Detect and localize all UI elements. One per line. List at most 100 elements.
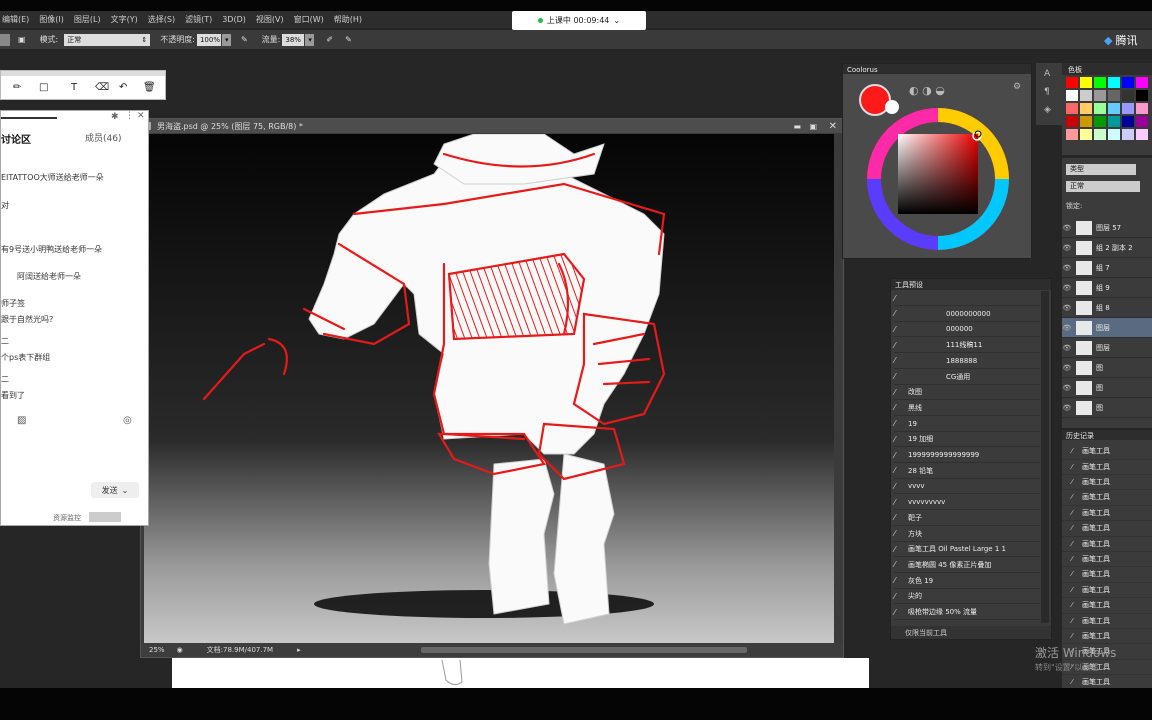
menu-window[interactable]: 窗口(W) bbox=[294, 14, 324, 25]
color-swatch[interactable] bbox=[1094, 129, 1106, 140]
color-swatch[interactable] bbox=[1066, 116, 1078, 127]
preset-item[interactable]: ⁄ 0000000000 bbox=[894, 307, 1040, 322]
history-item[interactable]: ⁄ 画笔工具 bbox=[1062, 506, 1152, 522]
menu-help[interactable]: 帮助(H) bbox=[334, 14, 362, 25]
layer-row[interactable]: 👁 组 7 bbox=[1062, 258, 1152, 278]
zoom-readout[interactable]: 25% bbox=[149, 646, 165, 654]
presets-scrollbar[interactable] bbox=[1041, 291, 1049, 623]
color-swatch[interactable] bbox=[1108, 129, 1120, 140]
layer-row[interactable]: 👁 图 bbox=[1062, 358, 1152, 378]
preset-item[interactable]: ⁄ vvvvvvvvv bbox=[894, 495, 1040, 511]
color-swatch[interactable] bbox=[1122, 90, 1134, 101]
horizontal-scrollbar[interactable] bbox=[421, 647, 747, 653]
color-swatch[interactable] bbox=[1122, 116, 1134, 127]
preset-item[interactable]: ⁄ 1999999999999999 bbox=[894, 448, 1040, 463]
3d-panel-icon[interactable]: ◈ bbox=[1044, 105, 1051, 115]
preset-item[interactable]: ⁄ 1888888 bbox=[894, 354, 1040, 369]
color-swatch[interactable] bbox=[1136, 90, 1148, 101]
resource-monitor-label[interactable]: 资源监控 bbox=[53, 513, 81, 523]
character-panel-icon[interactable]: A bbox=[1044, 69, 1050, 79]
history-item[interactable]: ⁄ 画笔工具 bbox=[1062, 444, 1152, 460]
history-item[interactable]: ⁄ 画笔工具 bbox=[1062, 583, 1152, 599]
layer-kind-filter[interactable]: 类型 bbox=[1066, 164, 1136, 175]
color-swatch[interactable] bbox=[1122, 129, 1134, 140]
pressure-opacity-icon[interactable]: ✎ bbox=[241, 35, 248, 44]
visibility-eye-icon[interactable]: 👁 bbox=[1062, 384, 1072, 392]
tool-preset-icon[interactable] bbox=[0, 33, 10, 46]
history-item[interactable]: ⁄ 画笔工具 bbox=[1062, 521, 1152, 537]
paragraph-panel-icon[interactable]: ¶ bbox=[1044, 87, 1050, 97]
preset-item[interactable]: ⁄ 尖的 bbox=[894, 589, 1040, 605]
preset-item[interactable]: ⁄ 吸枪带边缘 50% 流量 bbox=[894, 605, 1040, 620]
airbrush-icon[interactable]: ✐ bbox=[326, 35, 333, 44]
history-item[interactable]: ⁄ 画笔工具 bbox=[1062, 629, 1152, 645]
pin-icon[interactable]: ✱ bbox=[111, 112, 119, 122]
color-swatch[interactable] bbox=[1094, 103, 1106, 114]
color-swatch[interactable] bbox=[1094, 116, 1106, 127]
opacity-input[interactable]: 100% bbox=[196, 33, 221, 46]
menu-image[interactable]: 图像(I) bbox=[39, 14, 64, 25]
color-swatch[interactable] bbox=[1080, 77, 1092, 88]
current-tool-only-label[interactable]: 仅限当前工具 bbox=[905, 628, 947, 638]
color-swatch[interactable] bbox=[1066, 77, 1078, 88]
more-icon[interactable]: ⋮ bbox=[125, 111, 134, 121]
history-item[interactable]: ⁄ 画笔工具 bbox=[1062, 552, 1152, 568]
preset-item[interactable]: ⁄ 000000 bbox=[894, 322, 1040, 338]
color-swatch[interactable] bbox=[1080, 103, 1092, 114]
undo-icon[interactable]: ↶ bbox=[119, 82, 127, 93]
menu-layer[interactable]: 图层(L) bbox=[74, 14, 101, 25]
rectangle-icon[interactable]: □ bbox=[39, 82, 48, 93]
color-swatch[interactable] bbox=[1094, 77, 1106, 88]
brush-settings-icon[interactable]: ▣ bbox=[18, 35, 26, 44]
coolorus-tool-icon[interactable]: ◐ ◑ ◒ bbox=[909, 84, 945, 97]
color-swatch[interactable] bbox=[1080, 129, 1092, 140]
preset-item[interactable]: ⁄ 28 铅笔 bbox=[894, 464, 1040, 479]
color-swatch[interactable] bbox=[1122, 77, 1134, 88]
chat-member-count[interactable]: 成员(46) bbox=[85, 131, 121, 144]
color-swatch[interactable] bbox=[1108, 103, 1120, 114]
visibility-eye-icon[interactable]: 👁 bbox=[1062, 304, 1072, 312]
close-chat-icon[interactable]: ✕ bbox=[137, 111, 145, 121]
preset-item[interactable]: ⁄ 19 bbox=[894, 417, 1040, 432]
visibility-eye-icon[interactable]: 👁 bbox=[1062, 264, 1072, 272]
preset-item[interactable]: ⁄ vvvv bbox=[894, 479, 1040, 495]
menu-select[interactable]: 选择(S) bbox=[148, 14, 175, 25]
layer-row[interactable]: 👁 组 9 bbox=[1062, 278, 1152, 298]
color-swatch[interactable] bbox=[1066, 129, 1078, 140]
text-icon[interactable]: T bbox=[71, 82, 77, 93]
visibility-eye-icon[interactable]: 👁 bbox=[1062, 364, 1072, 372]
preset-item[interactable]: ⁄ CG通用 bbox=[894, 370, 1040, 385]
color-swatch[interactable] bbox=[1094, 90, 1106, 101]
preset-item[interactable]: ⁄ 19 加细 bbox=[894, 432, 1040, 448]
color-swatch[interactable] bbox=[1080, 116, 1092, 127]
color-swatch[interactable] bbox=[1108, 77, 1120, 88]
coolorus-menu-icon[interactable]: ⚙ bbox=[1013, 82, 1021, 92]
canvas-viewport[interactable] bbox=[144, 134, 834, 643]
history-item[interactable]: ⁄ 画笔工具 bbox=[1062, 598, 1152, 614]
color-swatch[interactable] bbox=[1122, 103, 1134, 114]
character-sketch-canvas[interactable] bbox=[144, 134, 834, 643]
flow-dropdown[interactable]: ▾ bbox=[305, 33, 315, 46]
preset-item[interactable]: ⁄ 画笔工具 Oil Pastel Large 1 1 bbox=[894, 542, 1040, 558]
visibility-eye-icon[interactable]: 👁 bbox=[1062, 404, 1072, 412]
menu-view[interactable]: 视图(V) bbox=[256, 14, 284, 25]
send-button[interactable]: 发送 ⌄ bbox=[91, 482, 139, 498]
blend-mode-select[interactable]: 正常 bbox=[1066, 181, 1140, 192]
pen-icon[interactable]: ✏ bbox=[13, 82, 21, 93]
preset-item[interactable]: ⁄ 灰色 19 bbox=[894, 574, 1040, 589]
minimize-button[interactable]: ▬ bbox=[793, 122, 801, 131]
preset-item[interactable]: ⁄ bbox=[894, 291, 1040, 306]
flow-input[interactable]: 38% bbox=[282, 33, 305, 46]
color-swatch[interactable] bbox=[1066, 90, 1078, 101]
preset-item[interactable]: ⁄ 方块 bbox=[894, 527, 1040, 542]
layer-row[interactable]: 👁 图层 57 bbox=[1062, 218, 1152, 238]
preset-item[interactable]: ⁄ 黑线 bbox=[894, 401, 1040, 416]
history-item[interactable]: ⁄ 画笔工具 bbox=[1062, 613, 1152, 629]
layer-row[interactable]: 👁 图 bbox=[1062, 378, 1152, 398]
visibility-eye-icon[interactable]: 👁 bbox=[1062, 344, 1072, 352]
status-info-icon[interactable]: ◉ bbox=[177, 646, 183, 654]
menu-edit[interactable]: 编辑(E) bbox=[2, 14, 29, 25]
history-item[interactable]: ⁄ 画笔工具 bbox=[1062, 536, 1152, 552]
status-arrow-icon[interactable]: ▸ bbox=[297, 646, 301, 654]
color-swatch[interactable] bbox=[1136, 116, 1148, 127]
